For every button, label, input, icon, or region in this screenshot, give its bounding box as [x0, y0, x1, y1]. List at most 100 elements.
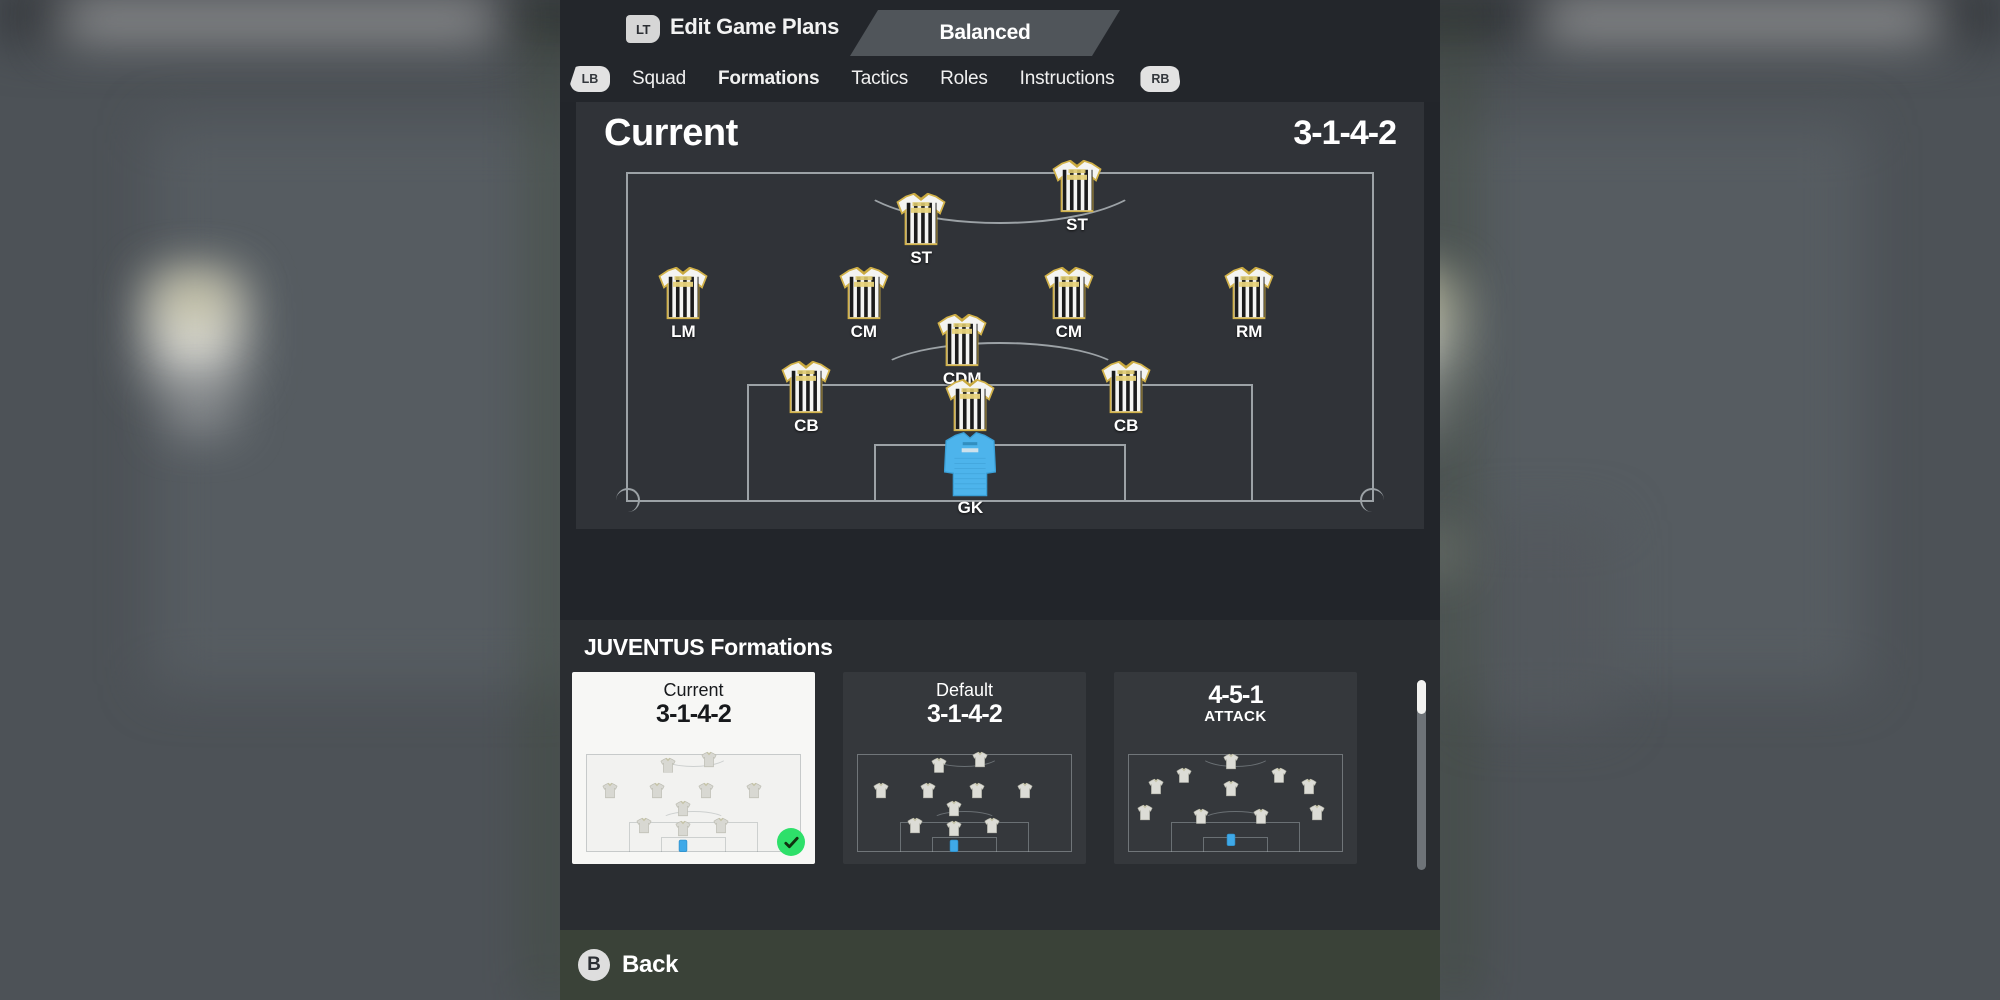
mini-player-2: [873, 782, 889, 804]
back-button-label[interactable]: Back: [622, 951, 678, 979]
formation-card-1[interactable]: Default 3-1-4-2: [843, 672, 1086, 864]
game-plans-screen: LT Edit Game Plans Balanced LB Squad Form…: [560, 0, 1440, 1000]
mini-player-10: [947, 839, 960, 858]
mini-player-6: [946, 800, 962, 821]
mini-player-9: [984, 818, 1000, 839]
mini-player-9: [1309, 804, 1325, 825]
formation-mini-pitch: [857, 751, 1072, 853]
formation-mini-pitch: [1128, 753, 1343, 852]
mini-player-10: [1225, 833, 1238, 852]
backdrop-green-edge-right: [1445, 0, 1463, 1000]
backdrop-strip-right: [1540, 6, 1940, 32]
mini-six-yard-box: [661, 837, 726, 852]
pitch-player-label: LM: [671, 321, 696, 341]
mini-player-5: [746, 782, 762, 804]
edit-game-plans-label: Edit Game Plans: [670, 14, 840, 39]
mini-player-2: [602, 782, 618, 804]
pitch-player-cb-7[interactable]: CB: [781, 359, 831, 436]
pitch-player-label: CB: [1113, 416, 1139, 435]
mini-player-1: [1176, 767, 1192, 788]
lt-trigger-icon[interactable]: LT: [626, 15, 660, 43]
nav-item-tactics[interactable]: Tactics: [851, 68, 908, 90]
mini-player-7: [636, 818, 652, 839]
mini-player-5: [1017, 782, 1033, 804]
mini-player-2: [1270, 767, 1287, 788]
footer-bar: B Back: [560, 930, 1440, 1000]
backdrop-card-right: [1470, 520, 1610, 720]
check-icon: [777, 828, 805, 856]
formation-card-0[interactable]: Current 3-1-4-2: [572, 672, 815, 864]
mini-player-6: [1137, 804, 1153, 825]
pitch-container: ST ST LM CM CM RM CDM CB CB GK: [576, 160, 1424, 529]
b-button-icon[interactable]: B: [578, 949, 610, 981]
formation-card-name: 3-1-4-2: [927, 700, 1003, 728]
backdrop-strip-left: [60, 6, 500, 32]
pitch-player-cb-9[interactable]: CB: [1101, 359, 1151, 436]
mini-player-7: [1193, 808, 1209, 829]
mini-player-1: [701, 751, 717, 772]
pitch-player-st-0[interactable]: ST: [896, 191, 946, 268]
mini-player-6: [675, 800, 691, 821]
mini-player-9: [713, 818, 729, 839]
six-yard-box: [873, 444, 1127, 502]
nav-item-squad[interactable]: Squad: [632, 68, 686, 90]
current-formation-value: 3-1-4-2: [1293, 113, 1397, 152]
pitch-player-label: RM: [1235, 321, 1263, 341]
pitch-player-label: GK: [957, 498, 984, 518]
mini-player-3: [1148, 779, 1164, 800]
backdrop-green-edge-left: [540, 0, 558, 1000]
vertical-scrollbar[interactable]: [1417, 680, 1426, 870]
tab-balanced-label: Balanced: [939, 21, 1031, 44]
pitch-player-lm-2[interactable]: LM: [658, 265, 708, 342]
backdrop-label-left: [170, 400, 230, 422]
backdrop-jersey-left-collar: [160, 282, 230, 318]
mini-player-7: [907, 818, 923, 839]
mini-player-0: [660, 757, 676, 778]
tab-balanced[interactable]: Balanced: [850, 10, 1120, 56]
pitch-player-label: CM: [850, 321, 878, 341]
formation-card-subtitle: Current: [663, 680, 724, 700]
mini-player-8: [1253, 808, 1269, 829]
formation-card-subtitle: Default: [935, 680, 994, 700]
formations-list: Current 3-1-4-2 Default 3-1-4-2 4-5-1 AT…: [572, 672, 1357, 864]
formations-title-rest: Formations: [704, 634, 833, 660]
pitch-player-cm-4[interactable]: CM: [1044, 265, 1094, 342]
formation-card-name: 4-5-1: [1208, 681, 1263, 709]
top-bar: LT Edit Game Plans Balanced: [560, 0, 1440, 56]
formation-card-name: 3-1-4-2: [656, 700, 732, 728]
mini-six-yard-box: [932, 837, 997, 852]
mini-player-3: [920, 782, 936, 804]
pitch-player-gk-10[interactable]: GK: [944, 430, 997, 519]
pitch-player-rm-5[interactable]: RM: [1224, 265, 1274, 342]
mini-player-5: [1301, 779, 1317, 800]
formation-mini-pitch: [586, 751, 801, 853]
mini-player-10: [676, 839, 689, 858]
mini-player-3: [649, 782, 665, 804]
mini-player-4: [1223, 781, 1239, 802]
pitch-player-cm-3[interactable]: CM: [839, 265, 889, 342]
formation-card-tag: ATTACK: [1204, 708, 1267, 726]
nav-items: Squad Formations Tactics Roles Instructions: [632, 68, 1115, 90]
left-bumper-icon[interactable]: LB: [570, 66, 610, 92]
mini-player-0: [1223, 753, 1239, 774]
nav-item-formations[interactable]: Formations: [718, 68, 820, 90]
section-nav: LB Squad Formations Tactics Roles Instructio…: [560, 56, 1440, 102]
mini-player-4: [698, 782, 714, 804]
pitch-player-label: CB: [794, 416, 819, 435]
pitch-player-label: ST: [1066, 215, 1088, 235]
mini-player-0: [931, 757, 947, 778]
right-bumper-icon[interactable]: RB: [1140, 66, 1181, 92]
formations-panel: JUVENTUS Formations Current 3-1-4-2 Defa…: [560, 620, 1440, 930]
formations-panel-title: JUVENTUS Formations: [560, 620, 1440, 661]
pitch-player-label: CM: [1055, 321, 1083, 341]
mini-player-1: [972, 751, 988, 772]
penalty-arc: [873, 342, 1127, 412]
pitch-player-st-1[interactable]: ST: [1052, 158, 1102, 235]
mini-player-4: [969, 782, 985, 804]
corner-arc-left: [616, 488, 640, 512]
nav-item-roles[interactable]: Roles: [940, 68, 988, 90]
scrollbar-thumb[interactable]: [1417, 680, 1426, 714]
formations-team-name: JUVENTUS: [584, 634, 705, 660]
nav-item-instructions[interactable]: Instructions: [1020, 68, 1115, 90]
formation-card-2[interactable]: 4-5-1 ATTACK: [1114, 672, 1357, 864]
